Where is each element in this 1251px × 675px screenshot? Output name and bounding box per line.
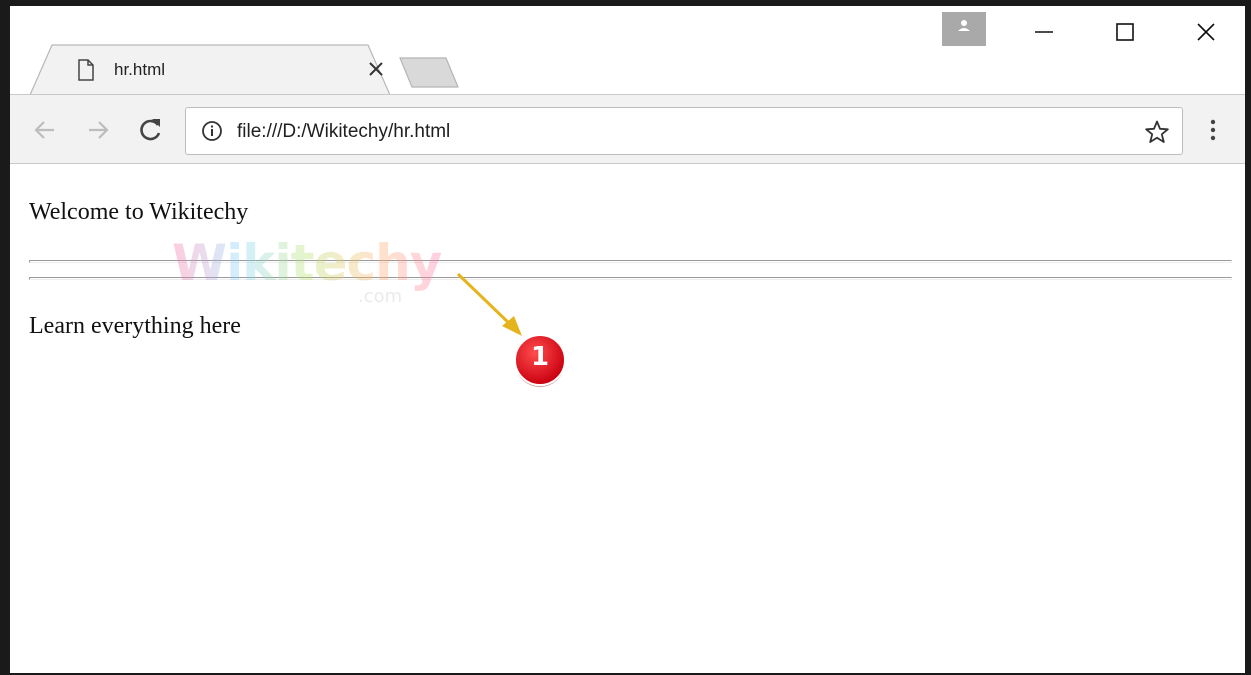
- browser-toolbar: file:///D:/Wikitechy/hr.html: [10, 94, 1245, 164]
- maximize-icon[interactable]: [1113, 20, 1137, 44]
- address-bar[interactable]: file:///D:/Wikitechy/hr.html: [185, 107, 1183, 155]
- annotation-number: 1: [530, 342, 550, 372]
- person-icon: [955, 18, 973, 41]
- document-icon: [77, 59, 95, 81]
- browser-window: hr.html file:///D:/Wikitechy/hr.html Wel…: [0, 0, 1251, 675]
- learn-paragraph: Learn everything here: [29, 313, 241, 339]
- reload-icon[interactable]: [136, 116, 164, 144]
- minimize-icon[interactable]: [1032, 20, 1056, 44]
- title-bar: hr.html: [10, 6, 1245, 95]
- url-text[interactable]: file:///D:/Wikitechy/hr.html: [237, 121, 450, 143]
- tab-title: hr.html: [114, 60, 166, 79]
- arrow-left-icon[interactable]: [32, 117, 58, 143]
- new-tab-button[interactable]: [398, 55, 462, 91]
- profile-button[interactable]: [942, 12, 986, 46]
- star-icon[interactable]: [1144, 119, 1170, 145]
- welcome-paragraph: Welcome to Wikitechy: [29, 199, 249, 225]
- arrow-right-icon[interactable]: [85, 117, 111, 143]
- kebab-menu-icon[interactable]: [1205, 117, 1221, 143]
- tab-hr-html[interactable]: hr.html: [30, 43, 392, 95]
- annotation-badge: 1: [510, 330, 570, 390]
- watermark-text: Wikitechy: [172, 234, 442, 292]
- window-close-icon[interactable]: [1194, 20, 1218, 44]
- page-content: Welcome to Wikitechy Learn everything he…: [10, 164, 1245, 673]
- watermark-sub: .com: [358, 286, 403, 307]
- info-icon[interactable]: [201, 120, 223, 142]
- close-icon[interactable]: [367, 60, 385, 78]
- wikitechy-watermark-logo: Wikitechy .com: [172, 234, 442, 314]
